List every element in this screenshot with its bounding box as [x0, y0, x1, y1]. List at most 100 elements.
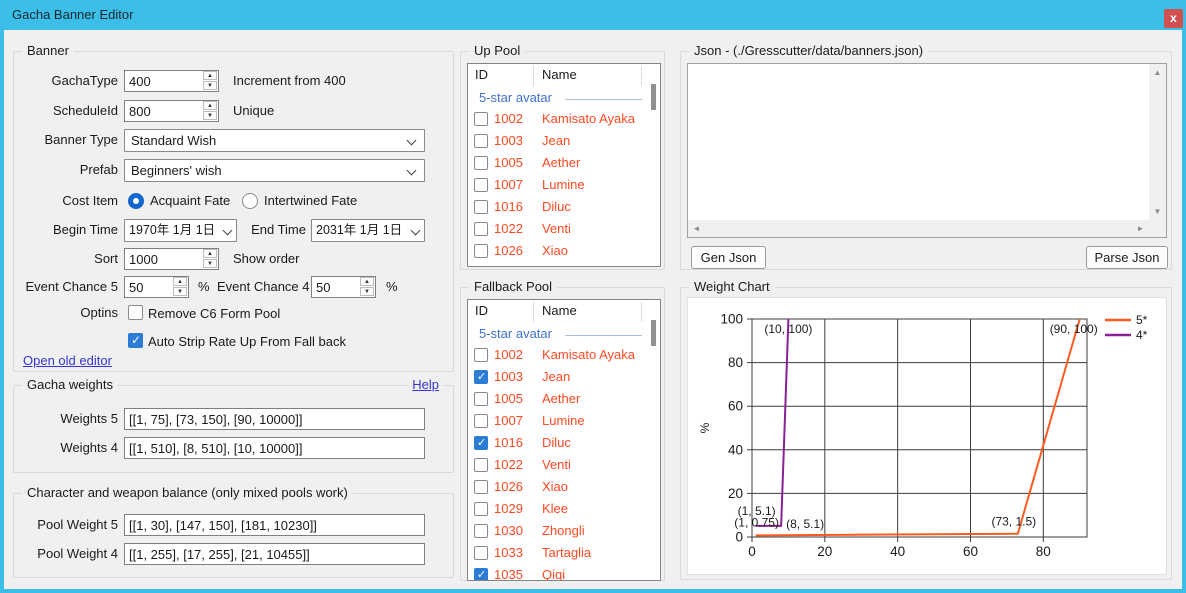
weights-4-input[interactable]: [124, 437, 425, 459]
row-checkbox[interactable]: [474, 568, 488, 581]
fallback-pool-list[interactable]: ID Name 5-star avatar 1002Kamisato Ayaka…: [467, 299, 661, 581]
chevron-down-icon: [407, 166, 417, 176]
help-link[interactable]: Help: [408, 377, 443, 392]
spin-down-icon[interactable]: ▼: [360, 287, 374, 296]
banner-type-select[interactable]: Standard Wish: [124, 129, 425, 152]
spin-down-icon[interactable]: ▼: [173, 287, 187, 296]
pool-weight-5-input[interactable]: [124, 514, 425, 536]
intertwined-fate-radio[interactable]: [242, 193, 258, 209]
pool-row[interactable]: 1026Xiao: [468, 476, 660, 498]
pool-row[interactable]: 1026Xiao: [468, 240, 660, 262]
row-checkbox[interactable]: [474, 348, 488, 362]
row-name: Aether: [542, 391, 580, 406]
event-chance-4-unit: %: [386, 276, 398, 298]
chevron-down-icon: [223, 226, 233, 236]
scroll-up-icon[interactable]: ▲: [1149, 64, 1166, 81]
gacha-type-spinner[interactable]: ▲ ▼: [203, 71, 218, 91]
weight-chart-title: Weight Chart: [689, 279, 775, 294]
row-id: 1016: [494, 435, 523, 450]
pool-row[interactable]: 1005Aether: [468, 388, 660, 410]
scroll-left-icon[interactable]: ◄: [688, 220, 705, 237]
pool-row[interactable]: 1007Lumine: [468, 410, 660, 432]
spin-down-icon[interactable]: ▼: [203, 111, 217, 120]
horizontal-scrollbar[interactable]: ◄ ►: [688, 220, 1149, 237]
acquaint-fate-radio[interactable]: [128, 193, 144, 209]
pool-row[interactable]: 1002Kamisato Ayaka: [468, 344, 660, 366]
spin-up-icon[interactable]: ▲: [203, 249, 217, 258]
window-content: Banner GachaType ▲ ▼ Increment from 400 …: [4, 30, 1182, 589]
schedule-id-spinner[interactable]: ▲ ▼: [203, 101, 218, 121]
close-button[interactable]: x: [1164, 9, 1183, 28]
row-checkbox[interactable]: [474, 414, 488, 428]
pool-row[interactable]: 1002Kamisato Ayaka: [468, 108, 660, 130]
scroll-right-icon[interactable]: ►: [1132, 220, 1149, 237]
spin-up-icon[interactable]: ▲: [360, 277, 374, 286]
prefab-select[interactable]: Beginners' wish: [124, 159, 425, 182]
weight-chart-panel: 020406080020406080100%(10, 100)(90, 100)…: [687, 297, 1167, 575]
sort-spinner[interactable]: ▲ ▼: [203, 249, 218, 269]
event-chance-4-spinner[interactable]: ▲ ▼: [360, 277, 375, 297]
row-checkbox[interactable]: [474, 546, 488, 560]
row-checkbox[interactable]: [474, 200, 488, 214]
pool-row[interactable]: 1007Lumine: [468, 174, 660, 196]
weights-5-input[interactable]: [124, 408, 425, 430]
section-header: 5-star avatar: [468, 88, 660, 108]
row-checkbox[interactable]: [474, 502, 488, 516]
sort-hint: Show order: [233, 248, 299, 270]
row-checkbox[interactable]: [474, 524, 488, 538]
row-checkbox[interactable]: [474, 480, 488, 494]
row-checkbox[interactable]: [474, 392, 488, 406]
gen-json-button[interactable]: Gen Json: [691, 246, 766, 269]
section-divider: [565, 99, 642, 100]
row-checkbox[interactable]: [474, 458, 488, 472]
pool-rows: 1002Kamisato Ayaka1003Jean1005Aether1007…: [468, 344, 660, 581]
pool-row[interactable]: 1005Aether: [468, 152, 660, 174]
json-textarea[interactable]: [688, 64, 1151, 222]
row-checkbox[interactable]: [474, 112, 488, 126]
pool-row[interactable]: 1022Venti: [468, 218, 660, 240]
banner-type-value: Standard Wish: [131, 130, 216, 151]
row-checkbox[interactable]: [474, 134, 488, 148]
end-time-picker[interactable]: 2031年 1月 1日: [311, 219, 425, 242]
spin-down-icon[interactable]: ▼: [203, 259, 217, 268]
pool-row[interactable]: 1029Klee: [468, 498, 660, 520]
pool-row[interactable]: 1030Zhongli: [468, 520, 660, 542]
open-old-editor-link[interactable]: Open old editor: [23, 353, 112, 368]
row-checkbox[interactable]: [474, 222, 488, 236]
row-checkbox[interactable]: [474, 436, 488, 450]
pool-row[interactable]: 1003Jean: [468, 366, 660, 388]
spin-down-icon[interactable]: ▼: [203, 81, 217, 90]
row-id: 1022: [494, 457, 523, 472]
row-checkbox[interactable]: [474, 178, 488, 192]
scrollbar-thumb[interactable]: [651, 84, 656, 110]
scroll-down-icon[interactable]: ▼: [1149, 203, 1166, 220]
svg-text:20: 20: [728, 486, 743, 501]
pool-row[interactable]: 1003Jean: [468, 130, 660, 152]
pool-row[interactable]: 1035Qiqi: [468, 564, 660, 581]
balance-group: Character and weapon balance (only mixed…: [13, 493, 454, 578]
pool-row[interactable]: 1022Venti: [468, 454, 660, 476]
vertical-scrollbar[interactable]: ▲ ▼: [1149, 64, 1166, 220]
pool-weight-4-input[interactable]: [124, 543, 425, 565]
spin-up-icon[interactable]: ▲: [173, 277, 187, 286]
row-id: 1002: [494, 111, 523, 126]
spin-up-icon[interactable]: ▲: [203, 71, 217, 80]
pool-row[interactable]: 1016Diluc: [468, 196, 660, 218]
row-checkbox[interactable]: [474, 370, 488, 384]
pool-row[interactable]: 1033Tartaglia: [468, 542, 660, 564]
event-chance-5-spinner[interactable]: ▲ ▼: [173, 277, 188, 297]
row-id: 1003: [494, 133, 523, 148]
up-pool-list[interactable]: ID Name 5-star avatar 1002Kamisato Ayaka…: [467, 63, 661, 267]
remove-c6-checkbox[interactable]: [128, 305, 143, 320]
pool-row[interactable]: 1016Diluc: [468, 432, 660, 454]
banner-type-row: Banner Type Standard Wish: [14, 129, 453, 151]
begin-time-picker[interactable]: 1970年 1月 1日: [124, 219, 237, 242]
svg-text:60: 60: [963, 544, 978, 559]
scrollbar-thumb[interactable]: [651, 320, 656, 346]
row-checkbox[interactable]: [474, 244, 488, 258]
optins-row-2: Auto Strip Rate Up From Fall back: [14, 332, 453, 350]
auto-strip-checkbox[interactable]: [128, 333, 143, 348]
parse-json-button[interactable]: Parse Json: [1086, 246, 1168, 269]
spin-up-icon[interactable]: ▲: [203, 101, 217, 110]
row-checkbox[interactable]: [474, 156, 488, 170]
